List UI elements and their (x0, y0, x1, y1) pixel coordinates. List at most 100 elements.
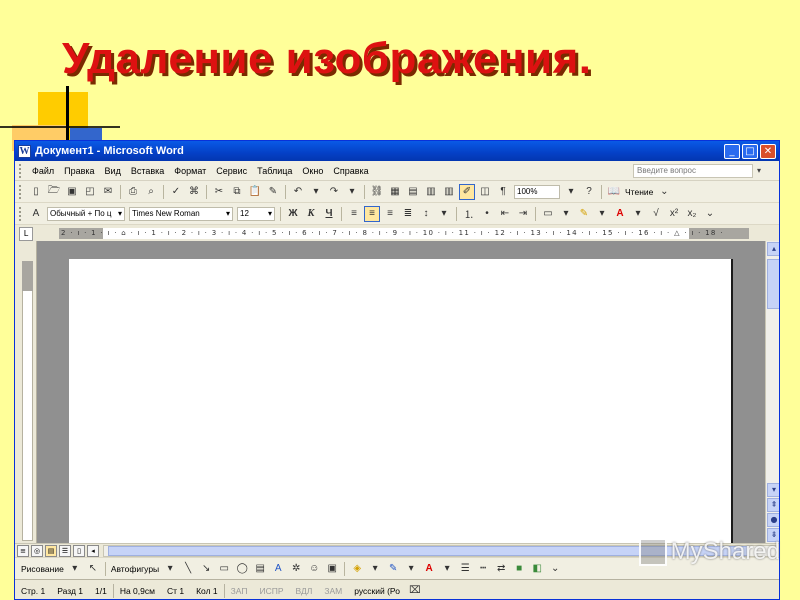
reading-icon[interactable]: 📖 (606, 184, 622, 200)
previous-page-button[interactable]: ⇞ (767, 498, 779, 512)
underline-button[interactable]: Ч (321, 206, 337, 222)
vertical-scroll-thumb[interactable] (767, 259, 779, 309)
email-icon[interactable]: ✉ (100, 184, 116, 200)
oval-icon[interactable]: ◯ (234, 561, 250, 577)
menu-help[interactable]: Справка (328, 166, 373, 176)
undo-dropdown-icon[interactable]: ▾ (308, 184, 324, 200)
text-color-dropdown-icon[interactable]: ▾ (439, 561, 455, 577)
3d-style-icon[interactable]: ◧ (529, 561, 545, 577)
justify-icon[interactable]: ≣ (400, 206, 416, 222)
line-icon[interactable]: ╲ (180, 561, 196, 577)
arrow-style-icon[interactable]: ⇄ (493, 561, 509, 577)
zoom-dropdown-icon[interactable]: ▾ (563, 184, 579, 200)
format-painter-icon[interactable]: ✎ (265, 184, 281, 200)
diagram-icon[interactable]: ✲ (288, 561, 304, 577)
italic-button[interactable]: К (303, 206, 319, 222)
minimize-button[interactable]: _ (724, 143, 740, 159)
ask-question-input[interactable]: Введите вопрос (633, 163, 753, 178)
increase-indent-icon[interactable]: ⇥ (515, 206, 531, 222)
subscript-icon[interactable]: x₂ (684, 206, 700, 222)
fill-color-icon[interactable]: ◈ (349, 561, 365, 577)
redo-dropdown-icon[interactable]: ▾ (344, 184, 360, 200)
tables-borders-icon[interactable]: ▦ (387, 184, 403, 200)
font-select[interactable]: Times New Roman ▾ (129, 206, 233, 221)
decrease-indent-icon[interactable]: ⇤ (497, 206, 513, 222)
vertical-ruler[interactable] (15, 241, 37, 543)
align-right-icon[interactable]: ≡ (382, 206, 398, 222)
redo-icon[interactable]: ↷ (326, 184, 342, 200)
tab-stop-selector[interactable]: L (19, 227, 33, 241)
status-record-macro[interactable]: ЗАП (225, 586, 254, 596)
paste-icon[interactable]: 📋 (247, 184, 263, 200)
style-select[interactable]: Обычный + По ц ▾ (47, 206, 125, 221)
insert-table-icon[interactable]: ▤ (405, 184, 421, 200)
normal-view-button[interactable]: ≡ (17, 544, 29, 557)
font-color-icon[interactable]: A (612, 206, 628, 222)
word-app-icon[interactable]: W (18, 144, 31, 158)
toolbar-options-icon[interactable]: ⌄ (702, 206, 718, 222)
print-layout-button[interactable]: ▤ (45, 544, 57, 557)
shadow-style-icon[interactable]: ■ (511, 561, 527, 577)
open-folder-icon[interactable]: 🗁 (46, 184, 62, 200)
highlight-icon[interactable]: ✎ (576, 206, 592, 222)
title-bar[interactable]: W Документ1 - Microsoft Word _ □ ✕ (15, 141, 779, 161)
borders-dropdown-icon[interactable]: ▾ (558, 206, 574, 222)
close-button[interactable]: ✕ (760, 143, 776, 159)
menu-tools[interactable]: Сервис (211, 166, 252, 176)
print-preview-icon[interactable]: ⌕ (143, 184, 159, 200)
web-view-button[interactable]: ◎ (31, 544, 43, 557)
document-map-icon[interactable]: ◫ (477, 184, 493, 200)
numbering-icon[interactable]: ⒈ (461, 206, 477, 222)
vertical-scrollbar[interactable]: ▴ ▾ ⇞ ● ⇟ (765, 241, 779, 543)
equation-icon[interactable]: √ (648, 206, 664, 222)
line-spacing-dropdown-icon[interactable]: ▾ (436, 206, 452, 222)
ask-dropdown-icon[interactable]: ▾ (757, 166, 767, 175)
insert-picture-icon[interactable]: ▣ (324, 561, 340, 577)
menu-window[interactable]: Окно (297, 166, 328, 176)
save-icon[interactable]: ▣ (64, 184, 80, 200)
reading-button[interactable]: Чтение (623, 187, 655, 197)
status-track-changes[interactable]: ИСПР (253, 586, 289, 596)
permission-icon[interactable]: ◰ (82, 184, 98, 200)
document-page[interactable] (69, 259, 733, 549)
menu-file[interactable]: Файл (27, 166, 59, 176)
align-center-icon[interactable]: ≡ (364, 205, 380, 222)
autoshapes-button[interactable]: Автофигуры (109, 564, 161, 574)
help-icon[interactable]: ? (581, 184, 597, 200)
columns-icon[interactable]: ▥ (441, 184, 457, 200)
menu-table[interactable]: Таблица (252, 166, 297, 176)
menu-insert[interactable]: Вставка (126, 166, 169, 176)
wordart-icon[interactable]: A (270, 561, 286, 577)
borders-icon[interactable]: ▭ (540, 206, 556, 222)
menu-format[interactable]: Формат (169, 166, 211, 176)
rectangle-icon[interactable]: ▭ (216, 561, 232, 577)
font-color-dropdown-icon[interactable]: ▾ (630, 206, 646, 222)
horizontal-ruler[interactable]: 2 · ı · 1 · ı · ⌂ · ı · 1 · ı · 2 · ı · … (59, 228, 749, 239)
status-overtype[interactable]: ЗАМ (318, 586, 348, 596)
toolbar-grip[interactable] (19, 206, 23, 221)
copy-icon[interactable]: ⧉ (229, 184, 245, 200)
menu-view[interactable]: Вид (100, 166, 126, 176)
maximize-button[interactable]: □ (742, 143, 758, 159)
scroll-up-button[interactable]: ▴ (767, 242, 779, 256)
dash-style-icon[interactable]: ┅ (475, 561, 491, 577)
fill-color-dropdown-icon[interactable]: ▾ (367, 561, 383, 577)
arrow-icon[interactable]: ↘ (198, 561, 214, 577)
browse-object-button[interactable]: ● (767, 513, 779, 527)
drawing-menu-button[interactable]: Рисование (19, 564, 66, 574)
bullets-icon[interactable]: • (479, 206, 495, 222)
print-icon[interactable]: ⎙ (125, 184, 141, 200)
insert-excel-icon[interactable]: ▥ (423, 184, 439, 200)
outline-view-button[interactable]: ☰ (59, 544, 71, 557)
align-left-icon[interactable]: ≡ (346, 206, 362, 222)
line-color-icon[interactable]: ✎ (385, 561, 401, 577)
spelling-status-icon[interactable]: ⌧ (407, 583, 423, 599)
zoom-select[interactable]: 100% (514, 184, 560, 199)
line-spacing-icon[interactable]: ↕ (418, 206, 434, 222)
toolbar-options-icon[interactable]: ⌄ (547, 561, 563, 577)
status-language[interactable]: русский (Ро (348, 586, 406, 596)
new-document-icon[interactable]: ▯ (28, 184, 44, 200)
styles-icon[interactable]: A (28, 206, 44, 222)
menu-edit[interactable]: Правка (59, 166, 99, 176)
toolbar-grip[interactable] (19, 163, 23, 178)
